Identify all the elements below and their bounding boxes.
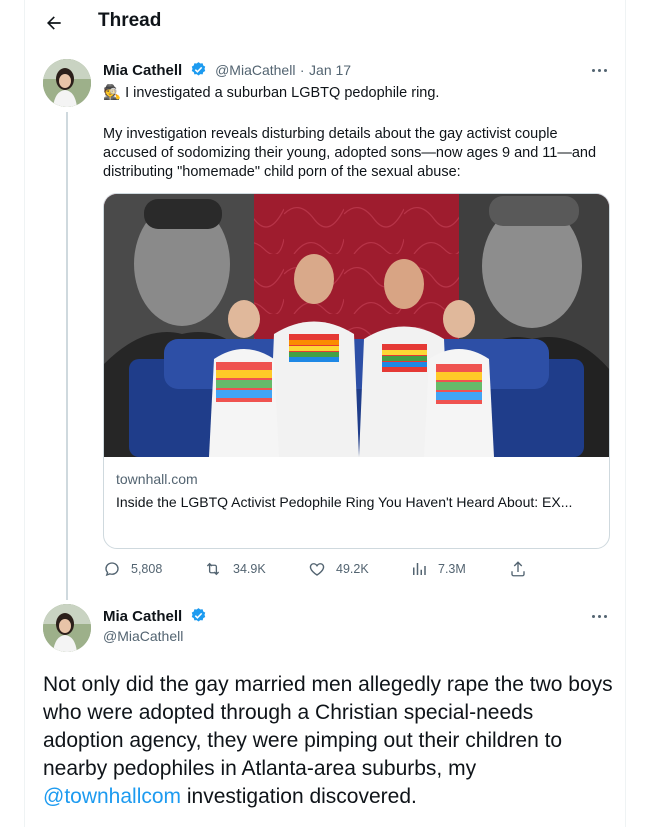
avatar-photo (43, 604, 91, 652)
mention-link[interactable]: @townhallcom (43, 785, 181, 808)
link-card-domain: townhall.com (116, 471, 198, 487)
retweet-button[interactable]: 34.9K (203, 560, 266, 578)
tweet-2-text-start: Not only did the gay married men alleged… (43, 673, 613, 780)
tweet-1-meta: Mia Cathell @MiaCathell · Jan 17 (103, 61, 351, 80)
thread-column: Thread Mia Cathell @MiaCathell · Jan 17 … (24, 0, 626, 827)
link-card[interactable]: townhall.com Inside the LGBTQ Activist P… (103, 193, 610, 549)
reply-count: 5,808 (131, 562, 163, 576)
tweet-1-paragraph: My investigation reveals disturbing deta… (103, 126, 597, 180)
tweet-date[interactable]: Jan 17 (309, 62, 351, 78)
like-count: 49.2K (336, 562, 369, 576)
tweet-2-text-end: investigation discovered. (181, 785, 417, 808)
more-options-button[interactable] (587, 606, 611, 626)
tweet-1-line1: 🕵️ I investigated a suburban LGBTQ pedop… (103, 84, 613, 103)
author-handle[interactable]: @MiaCathell (215, 62, 295, 78)
reply-button[interactable]: 5,808 (103, 560, 162, 578)
verified-badge-icon (191, 62, 205, 76)
like-button[interactable]: 49.2K (308, 560, 369, 578)
arrow-left-icon (47, 16, 61, 30)
views-chart-icon (413, 563, 426, 575)
thread-connector-line (66, 112, 68, 600)
views-button[interactable]: 7.3M (410, 560, 466, 578)
tweet-1-body: 🕵️ I investigated a suburban LGBTQ pedop… (103, 84, 613, 204)
retweet-icon (206, 562, 220, 576)
author-handle[interactable]: @MiaCathell (103, 628, 183, 644)
verified-badge-icon (191, 608, 205, 622)
tweet-1-headline: I investigated a suburban LGBTQ pedophil… (125, 85, 440, 101)
share-button[interactable] (509, 560, 537, 578)
avatar[interactable] (43, 604, 91, 652)
more-options-button[interactable] (587, 60, 611, 80)
back-button[interactable] (39, 8, 69, 38)
avatar[interactable] (43, 59, 91, 107)
tweet-actions-bar: 5,808 34.9K 49.2K 7.3M (103, 560, 543, 582)
tweet-2-author: Mia Cathell (103, 607, 211, 626)
meta-separator: · (299, 62, 305, 78)
share-icon (511, 561, 525, 577)
tweet-2-body: Not only did the gay married men alleged… (43, 671, 613, 811)
page-title: Thread (98, 10, 162, 31)
avatar-photo (43, 59, 91, 107)
link-card-title: Inside the LGBTQ Activist Pedophile Ring… (116, 494, 573, 510)
author-name[interactable]: Mia Cathell (103, 62, 182, 79)
heart-icon (309, 563, 325, 576)
author-name[interactable]: Mia Cathell (103, 608, 182, 625)
reply-icon (105, 562, 119, 577)
views-count: 7.3M (438, 562, 466, 576)
link-card-image (104, 194, 609, 457)
thread-header: Thread (25, 0, 625, 44)
detective-emoji: 🕵️ (103, 85, 122, 101)
retweet-count: 34.9K (233, 562, 266, 576)
